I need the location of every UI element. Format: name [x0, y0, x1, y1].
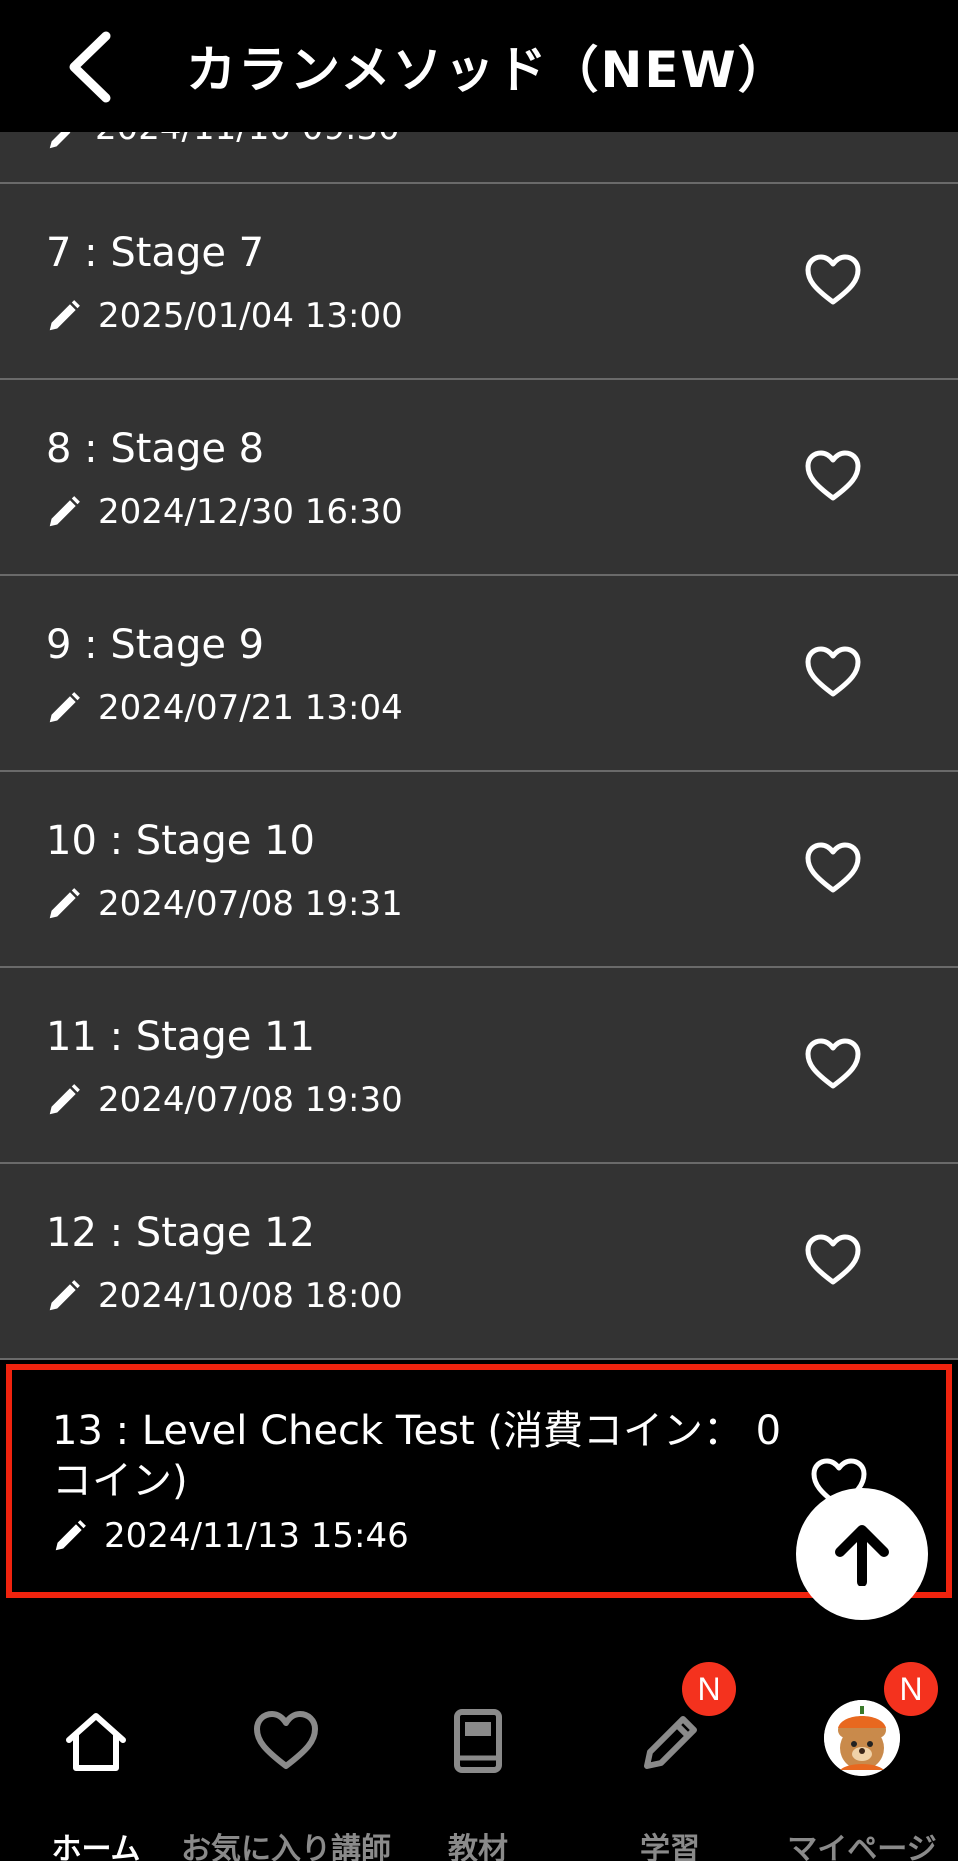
list-item[interactable]: 10 : Stage 10 2024/07/08 19:31 — [0, 772, 958, 968]
list-item-title: 7 : Stage 7 — [46, 230, 265, 276]
arrow-up-icon — [835, 1525, 889, 1586]
list-item-title: 9 : Stage 9 — [46, 622, 265, 668]
list-item-date: 2024/07/08 19:31 — [98, 884, 403, 924]
pencil-icon — [49, 300, 80, 331]
list-item-title: 13 : Level Check Test (消費コイン： 0 コイン) — [52, 1408, 782, 1504]
pencil-icon — [644, 1716, 697, 1769]
list-item-date: 2024/11/10 09:30 — [95, 132, 400, 148]
list-item-date: 2024/07/21 13:04 — [98, 688, 403, 728]
page-title: カランメソッド（NEW） — [186, 41, 790, 99]
pencil-icon — [49, 132, 71, 149]
scroll-to-top-button[interactable] — [796, 1488, 928, 1620]
list-item-date-row: 2024/07/21 13:04 — [46, 688, 403, 728]
list-item-date-row: 2024/07/08 19:31 — [46, 884, 403, 924]
nav-item-materials[interactable]: 教材 — [382, 1606, 574, 1861]
pencil-icon — [49, 888, 80, 919]
pencil-icon — [49, 1280, 80, 1311]
list-item[interactable]: 11 : Stage 11 2024/07/08 19:30 — [0, 968, 958, 1164]
list-item-date: 2024/07/08 19:30 — [98, 1080, 403, 1120]
nav-label: ホーム — [51, 1832, 141, 1861]
nav-item-home[interactable]: ホーム — [0, 1606, 192, 1861]
pencil-icon — [55, 1520, 86, 1551]
heart-icon[interactable] — [804, 842, 862, 894]
back-button[interactable] — [66, 30, 136, 104]
avatar-icon — [824, 1700, 900, 1776]
list-item-partial[interactable]: 2024/11/10 09:30 — [0, 132, 958, 184]
list-item-date-row: 2024/10/08 18:00 — [46, 1276, 403, 1316]
notification-badge: N — [682, 1662, 736, 1716]
list-item-date-row: 2024/11/13 15:46 — [52, 1516, 409, 1556]
list-item-title: 8 : Stage 8 — [46, 426, 265, 472]
nav-item-mypage[interactable]: N マイページ — [766, 1606, 958, 1861]
nav-item-favorite-teachers[interactable]: お気に入り講師 — [181, 1606, 391, 1861]
list-item[interactable]: 9 : Stage 9 2024/07/21 13:04 — [0, 576, 958, 772]
list-item-date-row: 2024/12/30 16:30 — [46, 492, 403, 532]
pencil-icon — [49, 1084, 80, 1115]
pencil-icon — [49, 496, 80, 527]
list-item-date-row: 2025/01/04 13:00 — [46, 296, 403, 336]
heart-icon[interactable] — [804, 254, 862, 306]
list-item[interactable]: 12 : Stage 12 2024/10/08 18:00 — [0, 1164, 958, 1360]
list-item-date: 2024/12/30 16:30 — [98, 492, 403, 532]
list-item[interactable]: 7 : Stage 7 2025/01/04 13:00 — [0, 184, 958, 380]
heart-icon[interactable] — [804, 450, 862, 502]
pencil-icon — [49, 692, 80, 723]
heart-icon[interactable] — [804, 646, 862, 698]
bottom-navigation: ホーム お気に入り講師 教材 N 学習 N マイページ — [0, 1606, 958, 1861]
list-item-date: 2024/11/13 15:46 — [104, 1516, 409, 1556]
nav-label: マイページ — [787, 1832, 937, 1861]
list-item-title: 12 : Stage 12 — [46, 1210, 316, 1256]
list-item-title: 11 : Stage 11 — [46, 1014, 316, 1060]
heart-icon[interactable] — [804, 1234, 862, 1286]
chevron-left-icon — [69, 31, 111, 103]
list-item[interactable]: 8 : Stage 8 2024/12/30 16:30 — [0, 380, 958, 576]
nav-label: 学習 — [640, 1832, 700, 1861]
heart-icon[interactable] — [804, 1038, 862, 1090]
list-item-date: 2024/10/08 18:00 — [98, 1276, 403, 1316]
avatar — [824, 1700, 900, 1776]
list-item-title: 10 : Stage 10 — [46, 818, 316, 864]
book-icon — [454, 1709, 502, 1773]
heart-icon — [254, 1711, 318, 1769]
notification-badge: N — [884, 1662, 938, 1716]
nav-label: お気に入り講師 — [181, 1832, 391, 1861]
nav-item-study[interactable]: N 学習 — [574, 1606, 766, 1861]
header-bar: カランメソッド（NEW） — [0, 0, 958, 132]
nav-label: 教材 — [448, 1832, 508, 1861]
home-icon — [66, 1713, 126, 1771]
list-item-date-row: 2024/07/08 19:30 — [46, 1080, 403, 1120]
lesson-list[interactable]: 2024/11/10 09:30 7 : Stage 7 2025/01/04 … — [0, 132, 958, 1606]
list-item-date: 2025/01/04 13:00 — [98, 296, 403, 336]
